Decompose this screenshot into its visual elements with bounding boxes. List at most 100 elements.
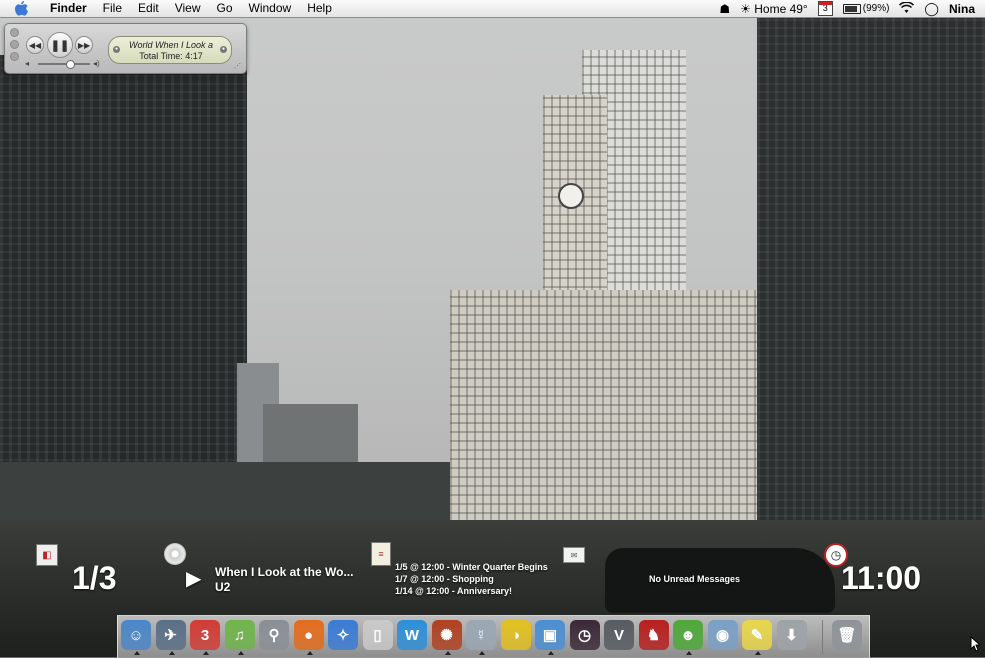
desktop-clock: 11:00 [841, 560, 922, 596]
dock-item-firefox[interactable]: ● [293, 620, 324, 655]
running-indicator [237, 651, 244, 655]
dock-item-trash[interactable]: 🗑 [832, 620, 862, 650]
dock-item-safari[interactable]: ✧ [328, 620, 358, 650]
now-playing-artist: U2 [215, 580, 231, 594]
menu-window[interactable]: Window [241, 0, 300, 17]
menu-go[interactable]: Go [209, 0, 241, 17]
menu-bar: Finder File Edit View Go Window Help ☗ ☀… [0, 0, 985, 18]
iphoto-icon: ◉ [715, 627, 730, 644]
rooster-icon: ♞ [646, 627, 661, 644]
burn-icon: ✺ [440, 627, 453, 644]
dock-item-adium[interactable]: ☻ [673, 620, 703, 655]
dock-item-clock-app[interactable]: ◷ [569, 620, 600, 650]
itunes-icon: ♫ [233, 626, 246, 644]
pause-icon: ❚❚ [50, 39, 70, 52]
ipod-icon: ▯ [373, 627, 382, 644]
volume-slider[interactable]: ◂ ◂) [25, 59, 105, 69]
downloads-icon: ⬇ [785, 627, 798, 644]
now-playing-title: When I Look at the Wo... [215, 565, 354, 579]
battery-text: (99%) [862, 3, 890, 14]
volume-high-icon: ◂) [93, 59, 100, 68]
battery-icon [842, 3, 861, 14]
calendar-menu-icon[interactable]: 3 [817, 1, 833, 16]
stickies-icon: ✎ [750, 627, 764, 644]
running-indicator [203, 651, 209, 655]
calendar-day: 3 [822, 3, 828, 13]
dock-item-itunes[interactable]: ♫ [224, 620, 255, 655]
building-right [757, 17, 985, 557]
pause-button[interactable]: ❚❚ [47, 32, 73, 58]
cd-icon [164, 543, 186, 565]
dock-item-ipod[interactable]: ▯ [362, 620, 393, 650]
minimize-button[interactable] [10, 40, 19, 49]
dock-item-word[interactable]: W [397, 620, 427, 650]
display-toggle-icon[interactable]: ● [113, 46, 120, 53]
dock-item-satellite[interactable]: ⚲ [259, 620, 289, 650]
resize-grip-icon[interactable]: ⋰ [234, 62, 242, 70]
dock: ☺ ✈ 3 ♫ ⚲ ● ✧ ▯ W ✺ ☿ ◑ ▣ ◷ V ♞ ☻ ◉ ✎ ⬇ 🗑 [117, 615, 870, 658]
menu-app-finder[interactable]: Finder [42, 0, 95, 17]
adium-icon: ☻ [680, 626, 696, 644]
weather-status[interactable]: ☀ Home 49° [740, 2, 808, 16]
track-info: World When I Look a [128, 40, 214, 50]
finder-icon: ☺ [128, 626, 144, 644]
calendar-widget-icon[interactable]: ◧ [36, 544, 58, 566]
running-indicator [755, 651, 761, 655]
menu-file[interactable]: File [95, 0, 130, 17]
dock-item-vpn[interactable]: V [604, 620, 634, 650]
calendar-event: 1/5 @ 12:00 - Winter Quarter Begins [395, 562, 548, 572]
running-indicator [548, 651, 554, 655]
dock-item-colorsync[interactable]: ◑ [500, 620, 531, 650]
ical-events-icon[interactable]: ≡ [371, 542, 391, 566]
mail-widget-icon[interactable]: ✉ [563, 547, 585, 563]
itunes-mini-player: ◀◀ ❚❚ ▶▶ ● World When I Look a Total Tim… [4, 23, 247, 74]
running-indicator [686, 651, 692, 655]
user-name[interactable]: Nina [949, 2, 975, 16]
dock-item-burn[interactable]: ✺ [431, 620, 462, 655]
dock-item-downloads[interactable]: ⬇ [776, 620, 807, 650]
close-button[interactable] [10, 28, 19, 37]
menu-edit[interactable]: Edit [130, 0, 167, 17]
running-indicator [134, 651, 140, 655]
satellite-icon: ⚲ [268, 627, 280, 644]
total-time: Total Time: 4:17 [139, 51, 203, 61]
firefox-icon: ● [303, 626, 314, 644]
wifi-icon[interactable] [899, 0, 915, 16]
menu-help[interactable]: Help [299, 0, 340, 17]
itunes-display[interactable]: ● World When I Look a Total Time: 4:17 ● [108, 36, 232, 64]
fast-forward-icon: ▶▶ [77, 40, 91, 50]
dock-item-stickies[interactable]: ✎ [742, 620, 772, 655]
dock-item-rooster[interactable]: ♞ [638, 620, 669, 650]
volume-knob[interactable] [66, 60, 75, 69]
mail-status: No Unread Messages [649, 574, 741, 584]
clock-menu-icon[interactable]: ◯ [924, 1, 939, 17]
battery-status[interactable]: (99%) [842, 3, 890, 14]
vpn-icon: V [613, 626, 624, 644]
snapback-icon[interactable]: ● [220, 46, 227, 53]
dock-item-ical[interactable]: 3 [190, 620, 220, 655]
building-wrigley [450, 290, 762, 550]
dock-item-finder[interactable]: ☺ [121, 620, 151, 655]
now-playing-play-icon[interactable]: ▶ [186, 566, 201, 591]
calendar-events: 1/5 @ 12:00 - Winter Quarter Begins 1/7 … [395, 561, 548, 597]
rewind-button[interactable]: ◀◀ [26, 36, 44, 54]
dock-item-ichat[interactable]: ☿ [466, 620, 496, 655]
building-left [0, 55, 247, 525]
menu-view[interactable]: View [167, 0, 209, 17]
preview-icon: ▣ [542, 627, 558, 644]
zoom-button[interactable] [10, 52, 19, 61]
ichat-icon: ☿ [475, 626, 487, 644]
page-counter: 1/3 [72, 560, 117, 596]
dock-separator [822, 620, 823, 654]
dock-item-mail-stamp[interactable]: ✈ [155, 620, 186, 655]
dock-item-iphoto[interactable]: ◉ [707, 620, 738, 650]
safari-icon: ✧ [336, 627, 350, 644]
apple-menu-icon[interactable] [13, 1, 29, 17]
fast-forward-button[interactable]: ▶▶ [75, 36, 93, 54]
mouse-cursor-icon [970, 636, 980, 652]
word-icon: W [404, 626, 420, 644]
colorsync-icon: ◑ [510, 626, 521, 644]
weather-icon: ☀ [740, 1, 751, 16]
spy-icon[interactable]: ☗ [719, 2, 730, 16]
dock-item-preview[interactable]: ▣ [535, 620, 565, 655]
